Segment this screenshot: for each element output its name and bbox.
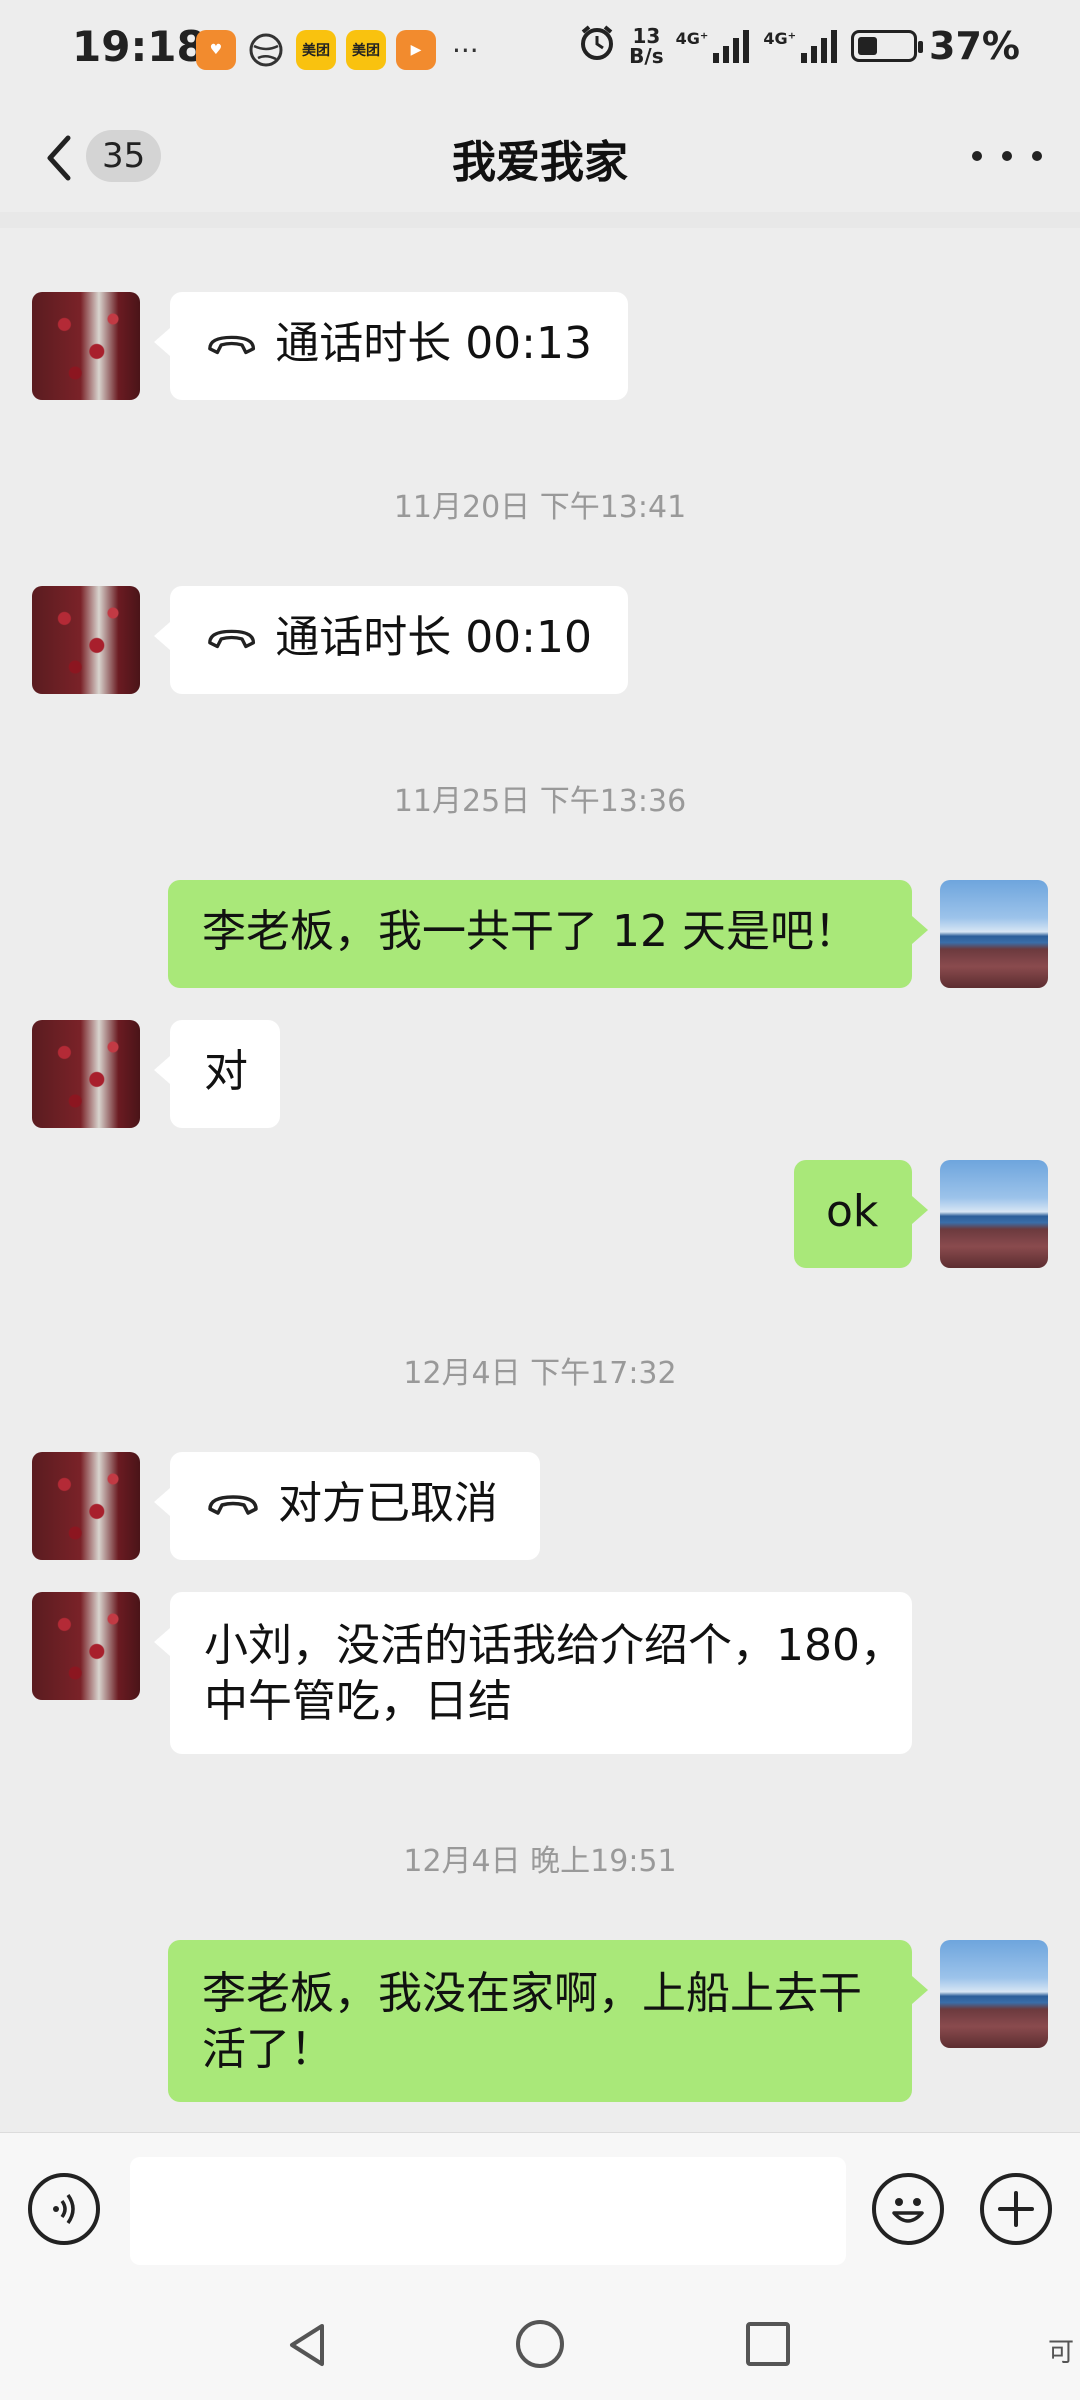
triangle-back-icon bbox=[290, 2324, 324, 2366]
call-status-text: 对方已取消 bbox=[278, 1478, 498, 1529]
timestamp: 11月20日 下午13:41 bbox=[393, 490, 687, 525]
message-line: 活了！ bbox=[202, 2024, 334, 2075]
signal-icon-1: 4G⁺ bbox=[676, 29, 752, 63]
nav-home-button[interactable] bbox=[516, 2320, 564, 2368]
status-time: 19:18 bbox=[72, 22, 206, 71]
chat-header: 35 我爱我家 bbox=[0, 100, 1080, 212]
watermark-text: 可 bbox=[1047, 2338, 1074, 2368]
chat-title: 我爱我家 bbox=[452, 137, 628, 188]
status-right: 13 B/s 4G⁺ 4G⁺ 37% bbox=[577, 22, 1020, 69]
avatar-boss[interactable] bbox=[32, 1020, 140, 1128]
timestamp: 12月4日 下午17:32 bbox=[403, 1356, 677, 1391]
avatar-self[interactable] bbox=[940, 1940, 1048, 2048]
battery-fill bbox=[858, 36, 878, 55]
message-bubble-call[interactable]: 通话时长 00:13 bbox=[154, 292, 628, 400]
message-bubble-received[interactable]: 小刘，没活的话我给介绍个，180， 中午管吃，日结 bbox=[154, 1592, 912, 1754]
play-app-icon: ▶ bbox=[396, 30, 436, 70]
message-bubble-call[interactable]: 通话时长 00:10 bbox=[154, 586, 628, 694]
status-bar: 19:18 ♥ 美团 美团 ▶ ··· 13 B/s 4G⁺ 4G⁺ 37% bbox=[0, 0, 1080, 100]
voice-input-button[interactable] bbox=[28, 2173, 100, 2245]
battery-icon bbox=[851, 29, 924, 62]
alarm-icon bbox=[577, 22, 617, 69]
message-input[interactable] bbox=[130, 2157, 846, 2265]
message-line: 中午管吃，日结 bbox=[204, 1676, 512, 1727]
phone-hangup-icon bbox=[208, 629, 256, 649]
nav-recents-button[interactable] bbox=[746, 2322, 790, 2366]
phone-hangup-icon bbox=[208, 1495, 258, 1515]
call-duration-text: 通话时长 00:13 bbox=[275, 318, 592, 369]
avatar-self[interactable] bbox=[940, 880, 1048, 988]
plus-icon bbox=[998, 2191, 1034, 2227]
battery-percent: 37% bbox=[929, 23, 1020, 68]
voice-icon bbox=[53, 2193, 75, 2225]
message-line: 李老板，我没在家啊，上船上去干 bbox=[202, 1968, 862, 2019]
signal-icon-2: 4G⁺ bbox=[763, 29, 839, 63]
emoji-button[interactable] bbox=[872, 2173, 944, 2245]
phone-hangup-icon bbox=[208, 335, 256, 355]
message-bubble-sent[interactable]: 李老板，我没在家啊，上船上去干 活了！ bbox=[168, 1940, 928, 2102]
smiley-icon bbox=[892, 2198, 924, 2223]
timestamp: 12月4日 晚上19:51 bbox=[403, 1844, 677, 1879]
message-bubble-sent[interactable]: ok bbox=[794, 1160, 928, 1268]
message-line: 小刘，没活的话我给介绍个，180， bbox=[204, 1620, 904, 1671]
meituan-icon-2: 美团 bbox=[346, 30, 386, 70]
more-dot-icon bbox=[1032, 151, 1042, 161]
system-nav-bar bbox=[0, 2292, 1080, 2400]
avatar-self[interactable] bbox=[940, 1160, 1048, 1268]
status-more-dots: ··· bbox=[452, 33, 479, 67]
more-options-button[interactable] bbox=[972, 130, 1042, 182]
avatar-boss[interactable] bbox=[32, 1592, 140, 1700]
status-app-icons: ♥ 美团 美团 ▶ ··· bbox=[196, 30, 479, 70]
heart-app-icon: ♥ bbox=[196, 30, 236, 70]
meituan-icon: 美团 bbox=[296, 30, 336, 70]
nav-back-button[interactable] bbox=[282, 2320, 332, 2370]
message-bubble-received[interactable]: 对 bbox=[154, 1020, 280, 1128]
partial-timestamp bbox=[0, 212, 1080, 228]
chat-messages[interactable]: 通话时长 00:13 11月20日 下午13:41 通话时长 00:10 11月… bbox=[0, 212, 1080, 2132]
avatar-boss[interactable] bbox=[32, 586, 140, 694]
globe-icon bbox=[246, 30, 286, 70]
avatar-boss[interactable] bbox=[32, 1452, 140, 1560]
net-speed: 13 B/s bbox=[629, 23, 664, 68]
message-bubble-call[interactable]: 对方已取消 bbox=[154, 1452, 540, 1560]
timestamp: 11月25日 下午13:36 bbox=[393, 784, 687, 819]
input-bar bbox=[0, 2132, 1080, 2293]
call-duration-text: 通话时长 00:10 bbox=[275, 612, 592, 663]
more-dot-icon bbox=[972, 151, 982, 161]
more-dot-icon bbox=[1002, 151, 1012, 161]
avatar-boss[interactable] bbox=[32, 292, 140, 400]
more-actions-button[interactable] bbox=[980, 2173, 1052, 2245]
message-bubble-sent[interactable]: 李老板，我一共干了 12 天是吧！ bbox=[168, 880, 928, 988]
